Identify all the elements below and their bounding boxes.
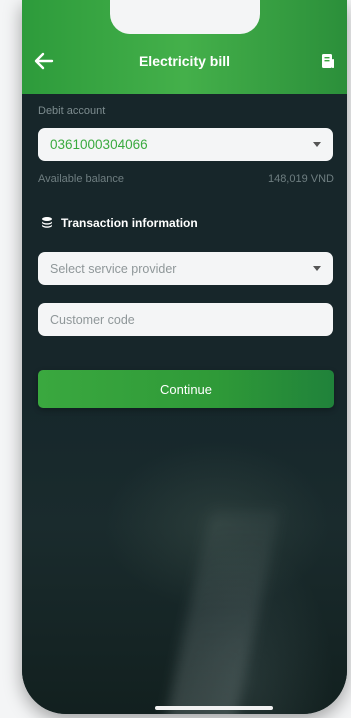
service-provider-select[interactable]: Select service provider [38,252,333,285]
transaction-section-title: Transaction information [61,216,198,230]
available-balance-label: Available balance [38,173,125,185]
coins-icon [42,217,52,228]
debit-account-select[interactable]: 0361000304066 [38,128,333,161]
transaction-section-header: Transaction information [40,216,198,230]
debit-account-value: 0361000304066 [50,137,148,152]
device-notch [109,0,260,34]
chevron-down-icon [313,142,321,147]
document-icon[interactable] [321,53,335,69]
phone-screen: Electricity bill Debit account 036100030… [22,0,347,714]
app-header: Electricity bill [22,0,347,94]
home-indicator [155,706,273,710]
customer-code-input[interactable] [38,303,333,336]
chevron-down-icon [313,266,321,271]
background-road-light [163,510,281,714]
background-image [22,400,347,714]
available-balance-value: 148,019 VND [267,173,334,185]
continue-button[interactable]: Continue [38,370,334,408]
page-title: Electricity bill [138,53,231,69]
debit-account-label: Debit account [38,105,106,117]
available-balance-row: Available balance 148,019 VND [38,173,334,185]
service-provider-placeholder: Select service provider [50,261,177,276]
